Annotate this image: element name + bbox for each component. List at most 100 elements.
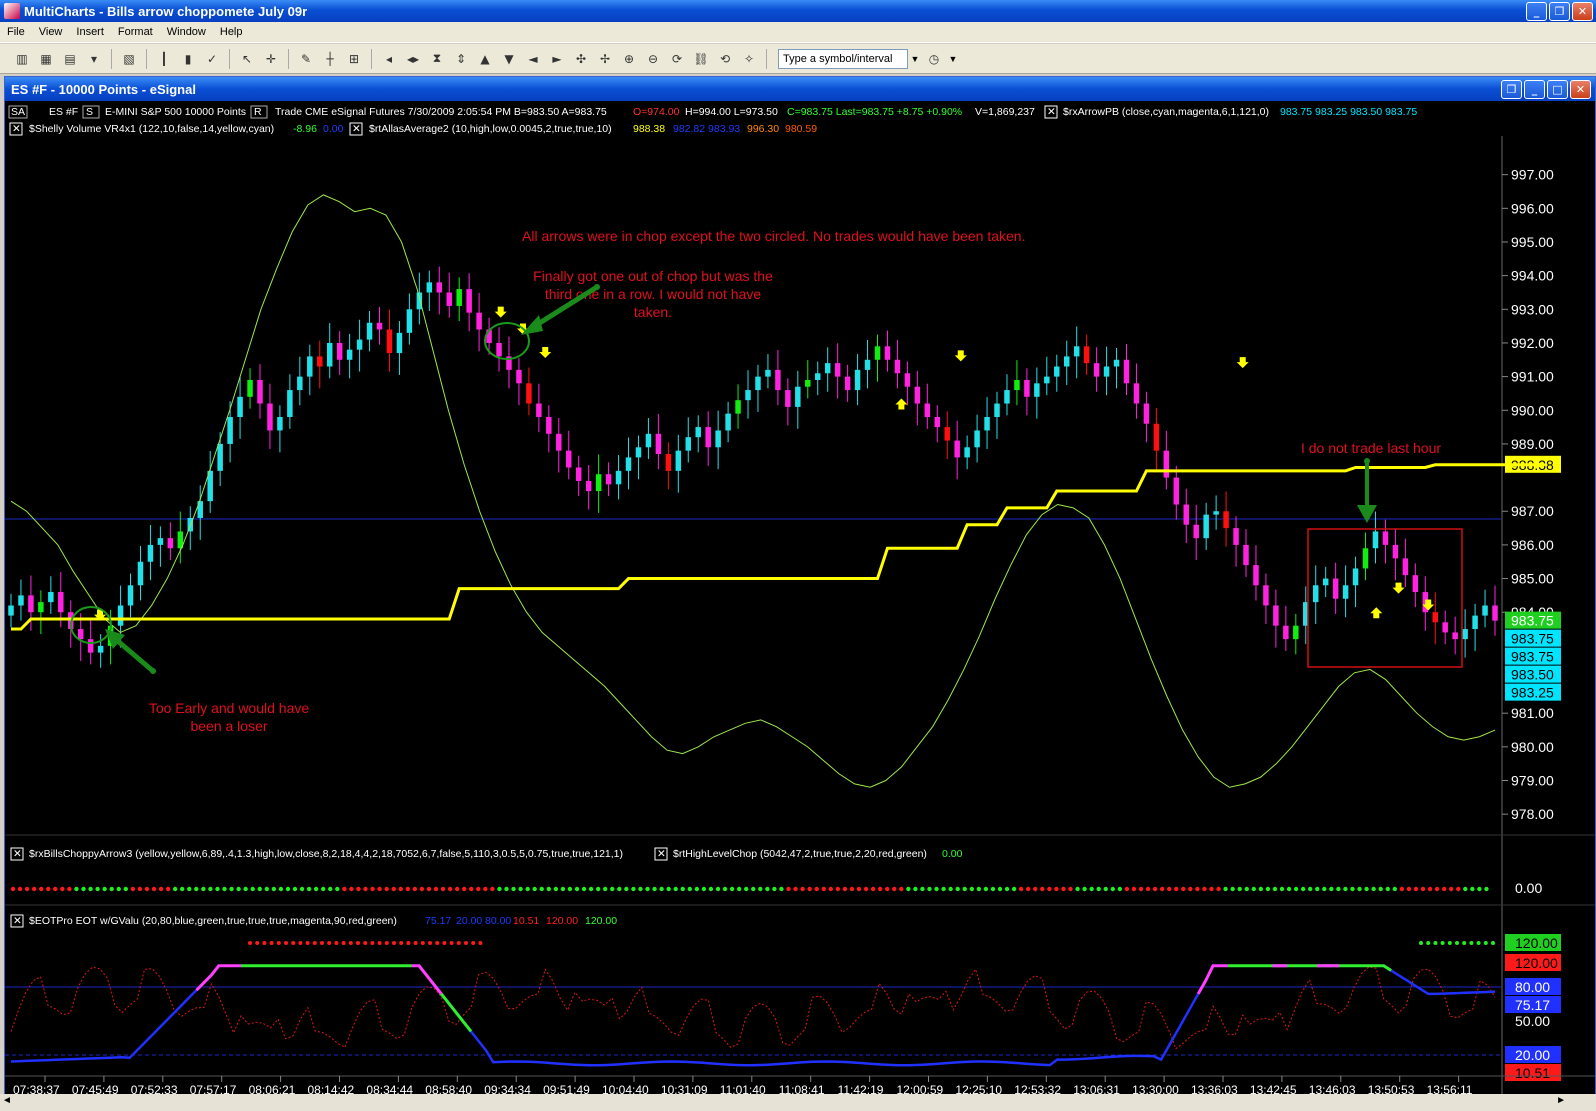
candle-body — [436, 282, 443, 293]
chop-dot — [1244, 886, 1249, 892]
candle-body — [1103, 366, 1110, 377]
candle-body — [984, 417, 990, 431]
annotation-last-hour: I do not trade last hour — [1301, 440, 1441, 456]
down-icon[interactable]: ▼ — [499, 49, 519, 69]
menu-format[interactable]: Format — [111, 26, 160, 38]
header-r-button[interactable]: R — [254, 106, 262, 118]
comment-icon[interactable]: ✎ — [296, 49, 316, 69]
chop-dot — [1286, 886, 1292, 892]
cross-tool-icon[interactable]: ┼ — [320, 49, 340, 69]
menu-insert[interactable]: Insert — [69, 26, 111, 38]
study2-close-icon[interactable]: ✕ — [12, 123, 21, 135]
eot-red-dot — [298, 941, 303, 945]
chop-dot — [194, 886, 199, 892]
chop-dot — [624, 886, 629, 892]
chop-dot — [1174, 886, 1179, 892]
chop2-close-icon[interactable]: ✕ — [657, 848, 666, 860]
horizontal-scrollbar[interactable]: ◄ ► — [0, 1094, 1596, 1111]
close-button[interactable]: ✕ — [1572, 1, 1593, 21]
eot-axis-label: 120.00 — [1515, 935, 1558, 951]
candle-body — [1143, 403, 1150, 424]
chop-dot — [60, 886, 65, 892]
magic-icon[interactable]: ✧ — [739, 49, 759, 69]
chart-icon[interactable]: ▥ — [12, 49, 32, 69]
crosshair-icon[interactable]: ✛ — [261, 49, 281, 69]
chop-dot — [172, 886, 178, 892]
symbol-input[interactable]: Type a symbol/interval — [778, 48, 908, 69]
chart-restore-button[interactable]: ❐ — [1501, 79, 1522, 99]
dropdown-icon[interactable]: ▾ — [84, 49, 104, 69]
candle-body — [1113, 359, 1120, 367]
scanner-icon[interactable]: ▦ — [36, 49, 56, 69]
eot-close-icon[interactable]: ✕ — [13, 915, 22, 927]
price-axis-label: 994.00 — [1511, 268, 1554, 284]
scroll-left-icon[interactable]: ◂ — [379, 49, 399, 69]
eot-green-dot — [1419, 941, 1423, 945]
bars-icon[interactable]: ┃ — [154, 49, 174, 69]
candle-body — [1233, 528, 1239, 545]
candle-body — [1153, 423, 1160, 451]
symbol-dropdown-icon[interactable]: ▼ — [908, 49, 922, 69]
candle-body — [854, 369, 861, 391]
chop-dot — [53, 886, 58, 892]
candle-body — [844, 376, 851, 391]
hourglass-icon[interactable]: ⧗ — [427, 49, 447, 69]
chop-dot — [969, 886, 974, 892]
app-title: MultiCharts - Bills arrow choppomete Jul… — [24, 3, 308, 19]
chop-dot — [144, 886, 150, 892]
up-icon[interactable]: ▲ — [475, 49, 495, 69]
link-icon[interactable]: ⛓ — [691, 49, 711, 69]
candle-body — [1273, 605, 1279, 626]
pointer-icon[interactable]: ↖ — [237, 49, 257, 69]
clock-dropdown-icon[interactable]: ▼ — [946, 49, 960, 69]
sa-button[interactable]: SA — [11, 106, 25, 118]
scale-icon[interactable]: ⇕ — [451, 49, 471, 69]
candle-icon[interactable]: ▮ — [178, 49, 198, 69]
header-volume: V=1,869,237 — [975, 106, 1035, 118]
zoom-in-icon[interactable]: ⊕ — [619, 49, 639, 69]
menu-file[interactable]: File — [0, 26, 32, 38]
study1-close-icon[interactable]: ✕ — [1047, 106, 1056, 118]
right-icon[interactable]: ► — [547, 49, 567, 69]
minimize-button[interactable]: _ — [1526, 1, 1547, 21]
chop-dot — [222, 886, 227, 892]
menu-help[interactable]: Help — [213, 26, 250, 38]
zoom-out-icon[interactable]: ⊖ — [643, 49, 663, 69]
shrink-icon[interactable]: ✢ — [595, 49, 615, 69]
dom-icon[interactable]: ▤ — [60, 49, 80, 69]
chop-dot — [518, 886, 523, 892]
chop-dot — [285, 886, 291, 892]
scroll-both-icon[interactable]: ◂▸ — [403, 49, 423, 69]
refresh-icon[interactable]: ⟳ — [667, 49, 687, 69]
candle-body — [585, 480, 592, 492]
left-icon[interactable]: ◄ — [523, 49, 543, 69]
price-axis-label: 990.00 — [1511, 402, 1554, 418]
check-icon[interactable]: ✓ — [202, 49, 222, 69]
chop-dot — [800, 886, 805, 892]
chop-dot — [1420, 886, 1426, 892]
link2-icon[interactable]: ⟲ — [715, 49, 735, 69]
menu-window[interactable]: Window — [160, 26, 213, 38]
spread-icon[interactable]: ✣ — [571, 49, 591, 69]
restore-button[interactable]: ❐ — [1549, 1, 1570, 21]
chop-dot — [1223, 886, 1228, 892]
chop-dot — [1075, 886, 1080, 892]
price-chart[interactable]: SA ES #F S E-MINI S&P 500 10000 Points R… — [5, 101, 1595, 1111]
chop-close-icon[interactable]: ✕ — [13, 848, 22, 860]
format-icon[interactable]: ▧ — [119, 49, 139, 69]
trade-icon[interactable]: ⊞ — [344, 49, 364, 69]
menu-view[interactable]: View — [32, 26, 70, 38]
candle-body — [1223, 511, 1229, 529]
study3-close-icon[interactable]: ✕ — [352, 123, 361, 135]
price-axis-label: 987.00 — [1511, 503, 1554, 519]
scroll-right-icon[interactable]: ► — [1556, 1095, 1566, 1106]
scroll-left-icon[interactable]: ◄ — [2, 1095, 12, 1106]
clock-icon[interactable]: ◷ — [924, 49, 944, 69]
chop-dot — [934, 886, 939, 892]
chop-dot — [1434, 886, 1440, 892]
candle-body — [1432, 612, 1438, 623]
header-s-button[interactable]: S — [86, 106, 93, 118]
chart-maximize-button[interactable]: □ — [1547, 79, 1568, 99]
chart-close-button[interactable]: ✕ — [1570, 79, 1591, 99]
chart-minimize-button[interactable]: _ — [1524, 79, 1545, 99]
